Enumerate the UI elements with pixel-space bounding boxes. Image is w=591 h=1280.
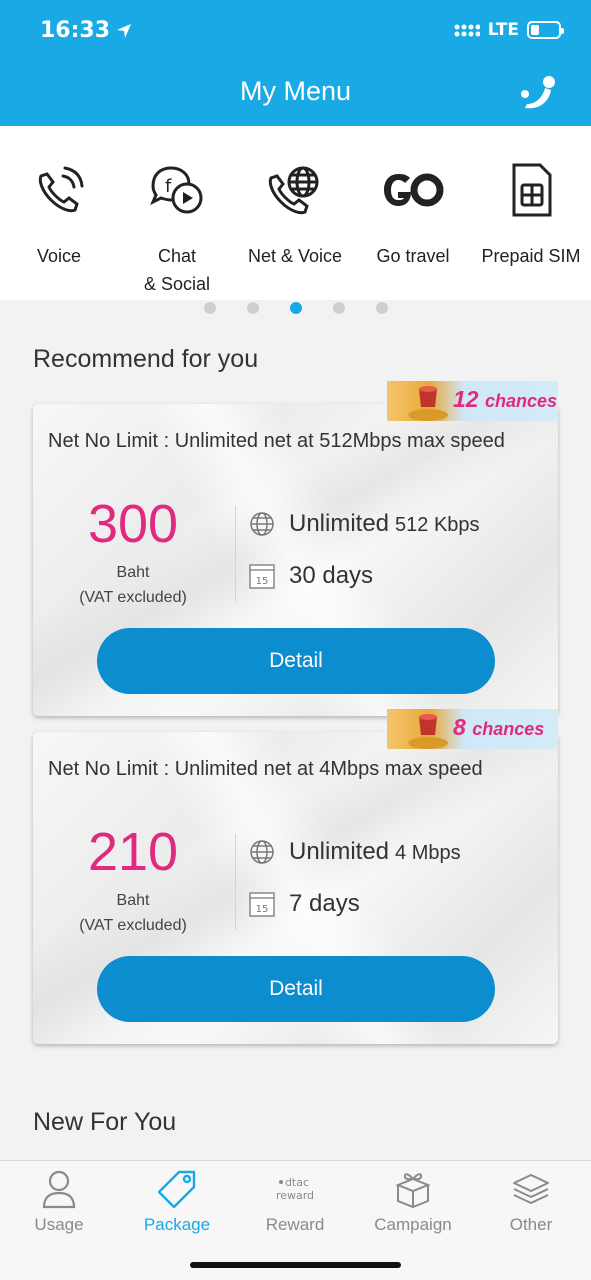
network-type: LTE — [487, 20, 519, 40]
service-menu: Voice f Chat & Social Net & Voice Go tra… — [0, 126, 591, 300]
tab-usage[interactable]: Usage — [0, 1161, 118, 1280]
price-block: 210 Baht (VAT excluded) — [53, 824, 213, 938]
chat-social-icon: f — [150, 166, 203, 214]
section-title-new-for-you: New For You — [33, 1108, 177, 1136]
svg-text:reward: reward — [276, 1189, 314, 1202]
page-title: My Menu — [239, 76, 352, 106]
feature-data: Unlimited 4 Mbps — [249, 838, 461, 866]
tab-other[interactable]: Other — [472, 1161, 590, 1280]
data-amount: Unlimited — [289, 510, 390, 537]
menu-item-voice[interactable]: Voice — [0, 126, 118, 300]
status-time-text: 16:33 — [40, 18, 111, 43]
phone-globe-icon — [268, 166, 319, 215]
menu-label: Voice — [36, 246, 82, 266]
detail-button[interactable]: Detail — [97, 628, 495, 694]
menu-label: Net & Voice — [247, 246, 343, 266]
tab-label: Reward — [265, 1215, 325, 1234]
package-price: 210 — [87, 822, 179, 882]
tag-icon — [157, 1170, 196, 1209]
tab-label: Campaign — [374, 1215, 452, 1234]
data-speed: 512 Kbps — [395, 514, 480, 536]
pager-dot-active[interactable] — [289, 302, 302, 314]
menu-label: Chat & Social — [143, 246, 211, 294]
section-title-recommend: Recommend for you — [33, 345, 259, 373]
menu-label: Go travel — [376, 246, 450, 266]
signal-icon — [454, 24, 480, 37]
price-currency: Baht — [116, 892, 150, 909]
svg-text:f: f — [165, 176, 172, 197]
chances-text: 12 chances — [453, 386, 558, 412]
trophy-icon — [408, 386, 448, 421]
divider — [235, 506, 236, 602]
calendar-icon: 15 — [249, 892, 275, 917]
package-name: Net No Limit : Unlimited net at 512Mbps … — [48, 430, 505, 452]
pager-dot[interactable] — [332, 302, 345, 314]
status-indicators: LTE — [454, 20, 564, 40]
price-vat-note: (VAT excluded) — [79, 917, 187, 934]
dtac-reward-icon: dtac reward — [276, 1176, 314, 1202]
package-duration: 7 days — [289, 890, 360, 917]
price-currency: Baht — [116, 564, 150, 581]
user-icon — [42, 1170, 76, 1209]
home-indicator[interactable] — [190, 1262, 401, 1268]
menu-item-go-travel[interactable]: Go travel — [354, 126, 472, 300]
feature-duration: 15 30 days — [249, 562, 373, 590]
status-time: 16:33 — [40, 18, 132, 43]
pager-dot[interactable] — [375, 302, 388, 314]
package-name: Net No Limit : Unlimited net at 4Mbps ma… — [48, 758, 483, 780]
menu-item-net-voice[interactable]: Net & Voice — [236, 126, 354, 300]
app-header: 16:33 LTE My Menu — [0, 0, 591, 126]
gift-box-icon — [395, 1173, 431, 1209]
svg-text:dtac: dtac — [285, 1176, 309, 1189]
package-duration: 30 days — [289, 562, 374, 589]
detail-button[interactable]: Detail — [97, 956, 495, 1022]
divider — [235, 834, 236, 930]
globe-icon — [250, 840, 274, 864]
location-arrow-icon — [117, 23, 132, 38]
chances-badge: 8 chances — [387, 709, 558, 749]
globe-icon — [250, 512, 274, 536]
price-block: 300 Baht (VAT excluded) — [53, 496, 213, 610]
data-amount: Unlimited — [289, 838, 390, 865]
chances-badge: 12 chances — [387, 381, 558, 421]
tab-label: Usage — [34, 1215, 84, 1234]
menu-item-chat-social[interactable]: f Chat & Social — [118, 126, 236, 300]
feature-duration: 15 7 days — [249, 890, 360, 918]
menu-pager — [0, 302, 591, 314]
calendar-icon: 15 — [249, 564, 275, 589]
phone-wave-icon — [38, 166, 84, 213]
brand-logo-icon[interactable] — [519, 74, 559, 110]
menu-item-prepaid-sim[interactable]: Prepaid SIM — [472, 126, 590, 300]
data-speed: 4 Mbps — [395, 842, 461, 864]
battery-icon — [527, 21, 564, 39]
menu-label: Prepaid SIM — [481, 246, 581, 266]
package-card[interactable]: Net No Limit : Unlimited net at 4Mbps ma… — [33, 732, 558, 1044]
chances-text: 8 chances — [453, 714, 545, 740]
feature-data: Unlimited 512 Kbps — [249, 510, 480, 538]
pager-dot[interactable] — [246, 302, 259, 314]
price-vat-note: (VAT excluded) — [79, 589, 187, 606]
sim-card-icon — [512, 163, 552, 217]
pager-dot[interactable] — [203, 302, 216, 314]
go-icon — [384, 173, 444, 207]
trophy-icon — [408, 714, 448, 749]
tab-label: Other — [509, 1215, 553, 1234]
package-card[interactable]: Net No Limit : Unlimited net at 512Mbps … — [33, 404, 558, 716]
package-price: 300 — [87, 494, 179, 554]
svg-text:15: 15 — [256, 904, 269, 915]
tab-label: Package — [143, 1215, 211, 1234]
layers-icon — [513, 1174, 549, 1204]
svg-text:15: 15 — [256, 576, 269, 587]
